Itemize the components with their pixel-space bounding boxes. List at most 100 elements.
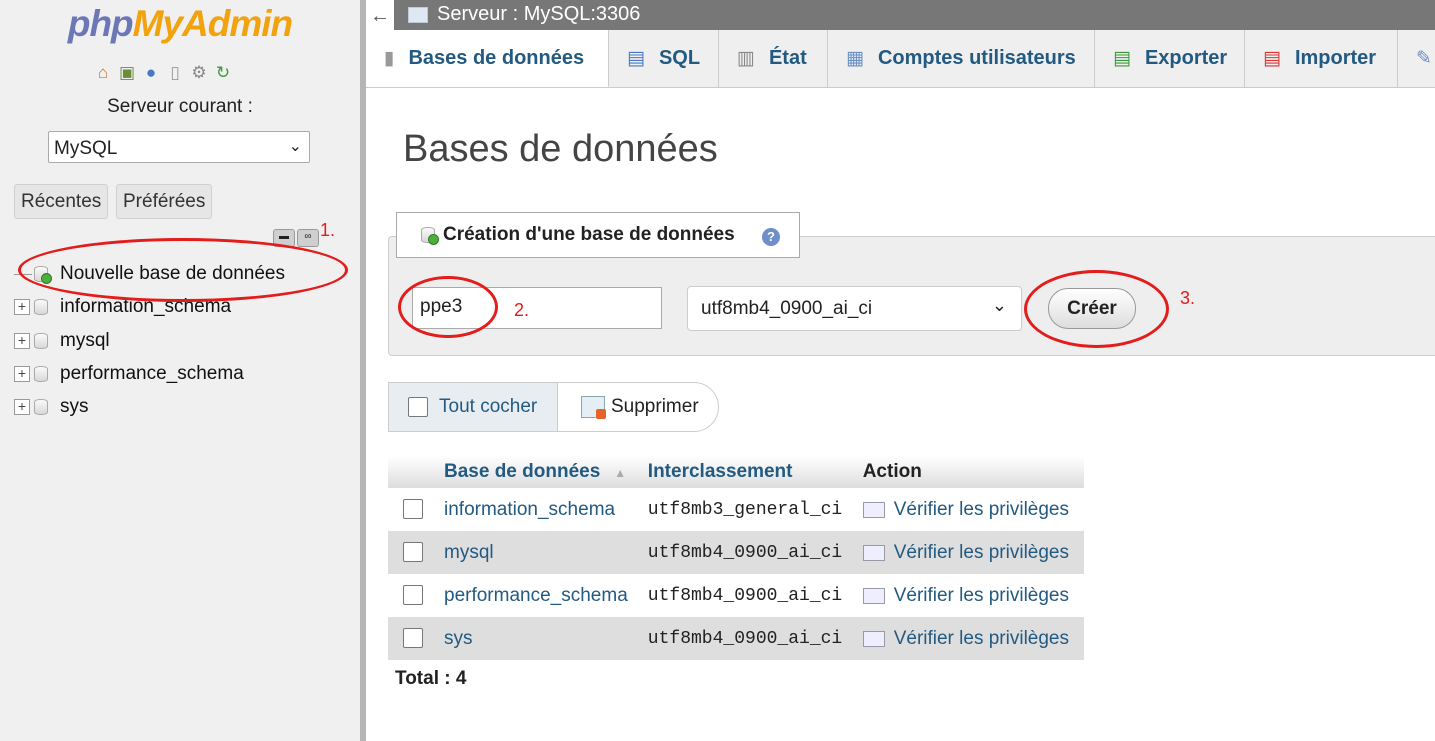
help-icon[interactable]: ? [762,228,780,246]
database-link[interactable]: performance_schema [444,585,628,606]
annotation-ellipse-db-name [398,276,498,338]
database-cell: sys [438,617,642,660]
sql-icon: ▤ [627,48,645,69]
check-privileges-label: Vérifier les privilèges [893,541,1069,563]
header-action: Action [856,456,1084,488]
annotation-ellipse-create-button [1024,270,1169,348]
header-collation[interactable]: Interclassement [641,456,857,488]
tab-label: Comptes utilisateurs [877,47,1076,69]
collation-cell: utf8mb4_0900_ai_ci [647,585,843,606]
server-select[interactable]: MySQL ⌄ [48,131,310,163]
databases-table: Base de données ▲ Interclassement Action … [388,456,1084,660]
database-link[interactable]: information_schema [444,499,615,520]
tab-more[interactable]: ✎ [1398,30,1435,87]
database-link[interactable]: sys [444,628,473,649]
tab-label: SQL [658,47,701,69]
table-row: sys utf8mb4_0900_ai_ci Vérifier les priv… [388,617,1084,660]
check-all-checkbox[interactable] [408,397,428,417]
row-checkbox[interactable] [403,542,423,563]
row-checkbox-cell [388,531,438,574]
expand-icon[interactable]: + [14,399,30,415]
wrench-icon: ✎ [1416,48,1432,69]
tab-label: Bases de données [408,46,585,69]
check-privileges-link[interactable]: Vérifier les privilèges [862,498,1078,521]
server-select-value: MySQL [54,138,118,159]
table-row: performance_schema utf8mb4_0900_ai_ci Vé… [388,574,1084,617]
sidebar-item-sys[interactable]: + sys [14,393,89,421]
total-count: Total : 4 [395,668,467,689]
recent-tab-button[interactable]: Récentes [14,184,109,219]
create-database-title: Création d'une base de données [443,224,735,245]
database-link[interactable]: mysql [444,542,494,563]
check-privileges-link[interactable]: Vérifier les privilèges [862,627,1078,650]
sidebar-resize-handle[interactable] [360,0,366,741]
database-label[interactable]: mysql [60,330,110,352]
collation-cell: utf8mb3_general_ci [647,499,843,520]
docs-icon[interactable]: ▯ [164,61,186,83]
database-label[interactable]: performance_schema [60,363,244,385]
expand-icon[interactable]: + [14,366,30,382]
breadcrumb[interactable]: Serveur : MySQL:3306 [437,3,640,26]
reload-icon[interactable]: ↻ [212,61,234,83]
privileges-icon [862,501,885,518]
check-privileges-label: Vérifier les privilèges [893,627,1069,649]
privileges-icon [862,544,885,561]
check-all-toggle[interactable]: Tout cocher [389,383,558,431]
delete-button[interactable]: Supprimer [581,396,699,419]
tab-databases[interactable]: ▮ Bases de données [366,30,609,87]
bulk-actions-bar: Tout cocher Supprimer [388,382,719,432]
check-privileges-label: Vérifier les privilèges [893,498,1069,520]
favorites-tab-button[interactable]: Préférées [116,184,213,219]
row-checkbox[interactable] [403,499,423,520]
status-icon: ▥ [737,48,755,69]
row-checkbox[interactable] [403,628,423,649]
link-icon[interactable]: ∞ [297,229,319,247]
tab-export[interactable]: ▤ Exporter [1095,30,1245,87]
expand-icon[interactable]: + [14,333,30,349]
database-cell: mysql [438,531,642,574]
collation-select[interactable]: utf8mb4_0900_ai_ci ⌄ [687,286,1022,331]
page-title: Bases de données [403,128,718,170]
users-icon: ▦ [846,48,864,69]
database-label[interactable]: sys [60,396,89,418]
collation-cell: utf8mb4_0900_ai_ci [641,617,857,660]
tab-user-accounts[interactable]: ▦ Comptes utilisateurs [828,30,1095,87]
table-row: mysql utf8mb4_0900_ai_ci Vérifier les pr… [388,531,1084,574]
database-icon [34,399,48,415]
import-icon: ▤ [1263,48,1281,69]
chevron-down-icon: ⌄ [288,138,302,155]
database-cell: performance_schema [438,574,642,617]
header-database[interactable]: Base de données ▲ [438,456,642,488]
home-icon[interactable]: ⌂ [92,61,114,83]
check-privileges-link[interactable]: Vérifier les privilèges [862,585,1078,607]
tab-status[interactable]: ▥ État [719,30,828,87]
help-icon[interactable]: ● [140,61,162,83]
tab-label: Importer [1294,47,1377,69]
collation-select-value: utf8mb4_0900_ai_ci [701,298,873,319]
settings-gear-icon[interactable]: ⚙ [188,61,210,83]
action-cell: Vérifier les privilèges [856,531,1084,574]
sort-ascending-icon[interactable]: ▲ [614,466,626,480]
action-cell: Vérifier les privilèges [857,574,1084,617]
logo-php-text: php [67,3,134,44]
sidebar-item-mysql[interactable]: + mysql [14,327,110,355]
phpmyadmin-logo[interactable]: phpMyAdmin [0,2,360,46]
privileges-icon [862,630,885,647]
row-checkbox-cell [388,488,438,531]
delete-icon [581,396,606,419]
row-checkbox[interactable] [403,585,423,606]
collapse-sidebar-arrow-icon[interactable]: ← [366,0,394,32]
tab-sql[interactable]: ▤ SQL [609,30,719,87]
tab-label: État [768,47,807,69]
check-all-label[interactable]: Tout cocher [439,396,537,418]
row-checkbox-cell [388,574,438,617]
header-database-label[interactable]: Base de données [444,461,600,482]
tab-import[interactable]: ▤ Importer [1245,30,1398,87]
delete-label: Supprimer [611,396,699,417]
server-label: Serveur courant : [107,96,253,117]
expand-icon[interactable]: + [14,299,30,315]
logout-icon[interactable]: ▣ [116,61,138,83]
database-icon [34,299,48,315]
check-privileges-link[interactable]: Vérifier les privilèges [862,541,1078,564]
sidebar-item-performance-schema[interactable]: + performance_schema [14,360,244,388]
